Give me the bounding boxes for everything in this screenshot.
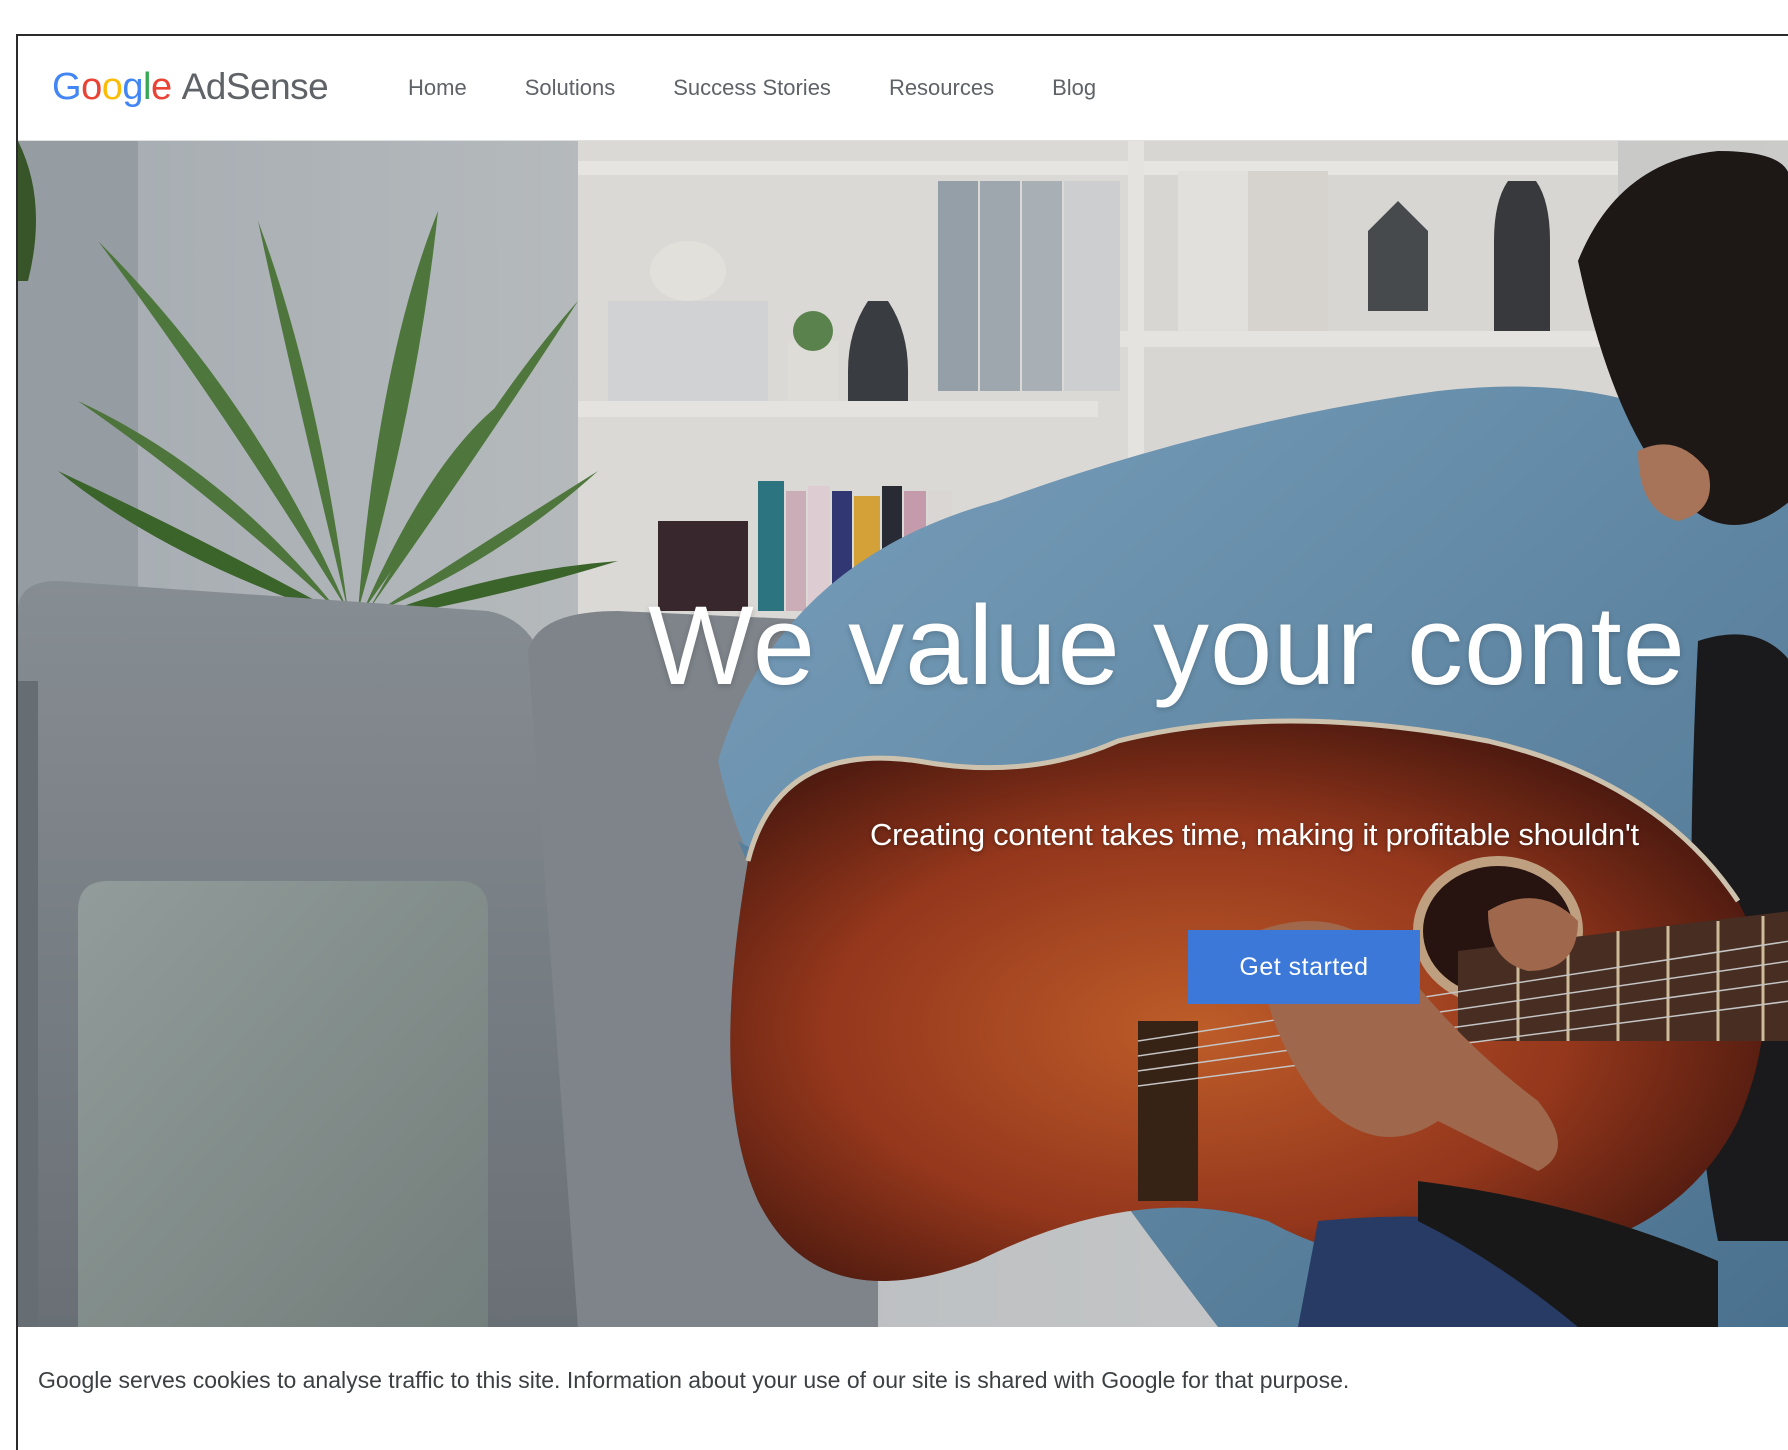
cookie-banner: Google serves cookies to analyse traffic…	[18, 1327, 1788, 1450]
google-adsense-logo[interactable]: Google AdSense	[52, 62, 329, 112]
browser-viewport: Google AdSense Home Solutions Success St…	[16, 34, 1788, 1450]
main-nav: Home Solutions Success Stories Resources…	[408, 36, 1154, 140]
hero-banner: We value your conte Creating content tak…	[18, 141, 1788, 1327]
hero-headline: We value your conte	[648, 583, 1686, 708]
hero-subheadline: Creating content takes time, making it p…	[870, 817, 1639, 852]
site-header: Google AdSense Home Solutions Success St…	[18, 36, 1788, 141]
logo-letter: l	[142, 65, 151, 108]
nav-solutions[interactable]: Solutions	[525, 75, 616, 101]
logo-letter: o	[101, 65, 123, 108]
get-started-button[interactable]: Get started	[1188, 930, 1420, 1004]
nav-home[interactable]: Home	[408, 75, 467, 101]
logo-letter: o	[81, 65, 102, 108]
nav-resources[interactable]: Resources	[889, 75, 994, 101]
product-name: AdSense	[181, 66, 329, 107]
logo-letter: e	[150, 65, 172, 108]
hero-photo-image	[18, 141, 1788, 1327]
logo-letter: g	[122, 65, 143, 108]
nav-blog[interactable]: Blog	[1052, 75, 1096, 101]
cookie-notice-text: Google serves cookies to analyse traffic…	[38, 1367, 1350, 1393]
google-wordmark: Google	[52, 66, 172, 109]
logo-letter: G	[52, 65, 82, 108]
nav-success-stories[interactable]: Success Stories	[673, 75, 831, 101]
